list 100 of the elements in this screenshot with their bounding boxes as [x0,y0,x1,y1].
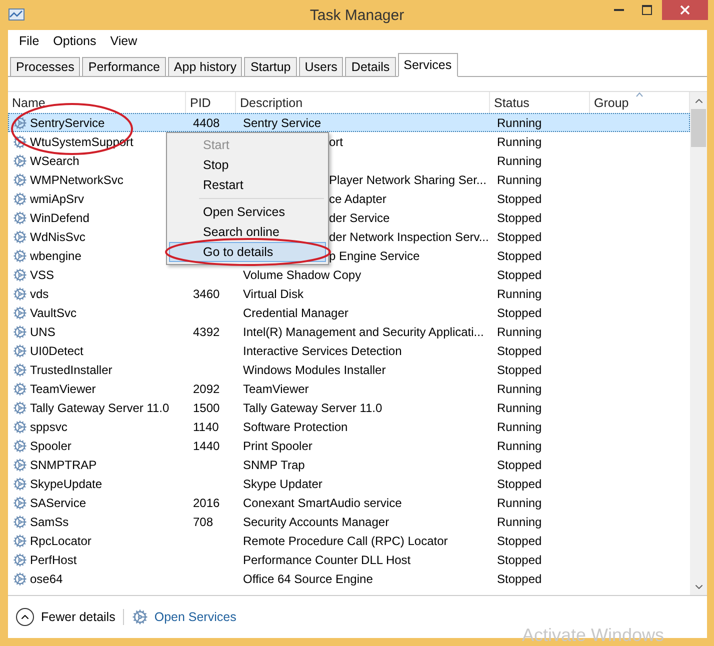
gear-icon [132,609,148,625]
service-name: SentryService [9,116,187,130]
gear-icon [13,572,27,586]
gear-icon [13,552,27,566]
service-name: UI0Detect [9,344,187,358]
gear-icon [13,172,27,186]
pid-cell: 708 [193,514,214,528]
status-cell: Stopped [497,362,542,376]
gear-icon [13,248,27,262]
pid-cell: 1140 [193,420,219,434]
description-cell: Player Network Sharing Ser... [329,172,486,186]
description-cell: Sentry Service [243,116,322,130]
scroll-thumb[interactable] [691,109,706,147]
context-menu-item[interactable]: Stop [169,155,326,175]
tab[interactable]: App history [168,57,242,77]
status-cell: Stopped [497,476,542,490]
pid-cell: 4392 [193,324,220,338]
description-cell: p Engine Service [329,248,420,262]
service-name: SNMPTRAP [9,458,187,472]
gear-icon [13,210,27,224]
description-cell: Tally Gateway Server 11.0 [243,400,382,414]
description-cell: ce Adapter [329,192,386,206]
description-cell: Skype Updater [243,476,322,490]
description-cell: der Service [329,210,390,224]
fewer-details-button[interactable]: Fewer details [16,608,116,626]
gear-icon [13,154,27,168]
scroll-bar[interactable] [690,92,707,595]
service-row[interactable]: SentryService 4408 Sentry Service Running [8,113,690,132]
service-name: VSS [9,268,187,282]
context-menu-item[interactable]: Go to details [169,242,326,262]
gear-icon [13,286,27,300]
description-cell: Performance Counter DLL Host [243,552,411,566]
tab[interactable]: Users [298,57,344,77]
gear-icon [13,534,27,548]
pid-cell: 2016 [193,496,220,510]
pid-cell: 1440 [193,438,220,452]
pid-cell: 1500 [193,400,220,414]
gear-icon [13,514,27,528]
description-cell: Software Protection [243,420,348,434]
menu-item[interactable]: File [12,34,46,48]
status-cell: Stopped [497,572,542,586]
service-name: Tally Gateway Server 11.0 [9,400,187,414]
pid-cell: 4408 [193,116,220,130]
service-name: VaultSvc [9,306,187,320]
gear-icon [13,230,27,244]
service-name: SkypeUpdate [9,476,187,490]
context-menu-item[interactable]: Restart [169,175,326,195]
status-cell: Running [497,438,542,452]
gear-icon [13,438,27,452]
tab[interactable]: Services [398,53,458,77]
pid-cell: 3460 [193,286,220,300]
status-cell: Stopped [497,230,542,244]
status-cell: Stopped [497,552,542,566]
gear-icon [13,400,27,414]
app-icon [8,7,26,23]
maximize-icon [642,5,652,15]
service-name: TeamViewer [9,382,187,396]
menu-item[interactable]: View [103,34,144,48]
context-menu-item[interactable]: Open Services [169,202,326,222]
description-cell: Interactive Services Detection [243,344,402,358]
tab[interactable]: Processes [10,57,80,77]
description-cell: Intel(R) Management and Security Applicati... [243,324,484,338]
tab[interactable]: Startup [244,57,297,77]
service-name: vds [9,286,187,300]
service-name: sppsvc [9,420,187,434]
description-cell: Print Spooler [243,438,312,452]
description-cell: Office 64 Source Engine [243,572,373,586]
service-name: SAService [9,496,187,510]
description-cell: Volume Shadow Copy [243,268,362,282]
window-title: Task Manager [310,6,404,24]
gear-icon [13,324,27,338]
gear-icon [13,420,27,434]
tab[interactable]: Details [345,57,396,77]
description-cell: Virtual Disk [243,286,304,300]
gear-icon [13,344,27,358]
service-name: TrustedInstaller [9,362,187,376]
open-services-link[interactable]: Open Services [132,609,236,625]
status-cell: Stopped [497,268,542,282]
description-cell: Credential Manager [243,306,348,320]
status-cell: Stopped [497,306,542,320]
close-button[interactable] [662,0,708,20]
status-cell: Stopped [497,210,542,224]
gear-icon [13,458,27,472]
gear-icon [13,134,27,148]
service-name: UNS [9,324,187,338]
gear-icon [13,476,27,490]
menu-item[interactable]: Options [46,34,104,48]
status-cell: Running [497,400,542,414]
status-cell: Running [497,134,542,148]
tab[interactable]: Performance [82,57,166,77]
service-name: RpcLocator [9,534,187,548]
pid-cell: 2092 [193,382,220,396]
context-menu-item[interactable]: Search online [169,222,326,242]
gear-icon [13,268,27,282]
description-cell: Windows Modules Installer [243,362,386,376]
service-name: ose64 [9,572,187,586]
status-cell: Running [497,496,542,510]
description-cell: ort [329,134,344,148]
status-cell: Stopped [497,458,542,472]
status-cell: Running [497,420,542,434]
